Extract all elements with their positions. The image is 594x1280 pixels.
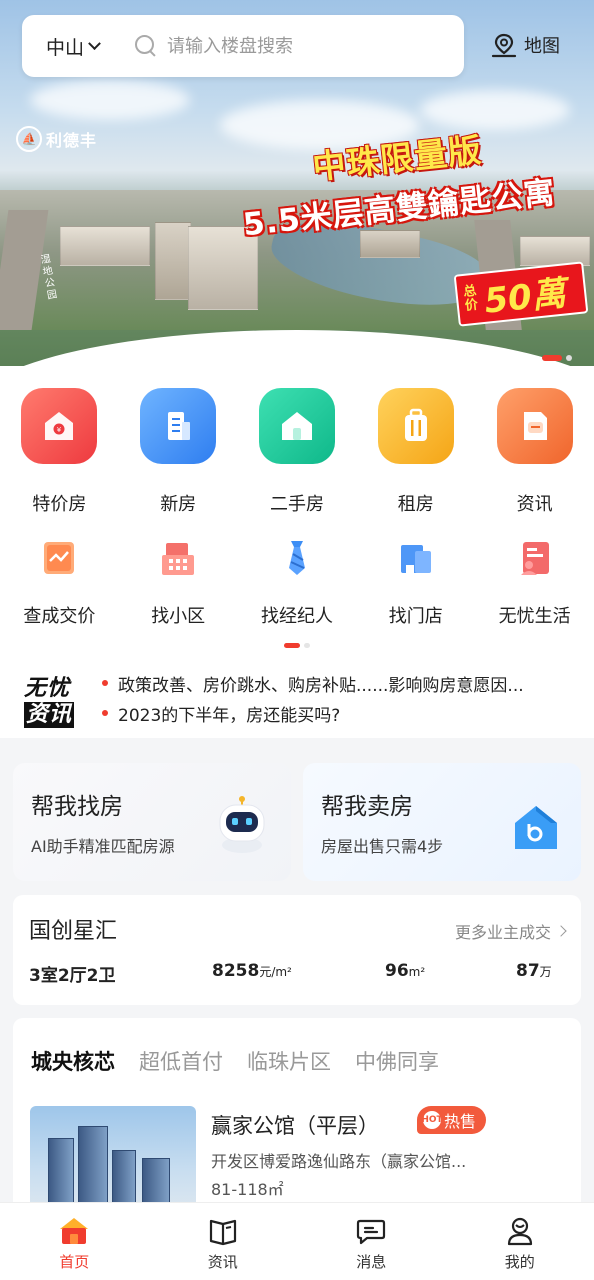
- news-logo: 无忧 资讯: [24, 676, 75, 728]
- category-community[interactable]: 找小区: [119, 536, 238, 628]
- news-book-icon: [209, 1219, 236, 1246]
- help-sell-house-card[interactable]: 帮我卖房 房屋出售只需4步: [303, 763, 581, 881]
- sell-house-icon: [515, 806, 557, 849]
- projects-card: 城央核芯 超低首付 临珠片区 中佛同享 赢家公馆（平层） HOT 热售 开发区博…: [13, 1018, 581, 1218]
- pagination-dot-active: [284, 643, 300, 648]
- news-ticker: 政策改善、房价跳水、购房补贴......影响购房意愿因... 2023的下半年，…: [102, 668, 582, 728]
- map-pin-icon: [491, 33, 517, 58]
- category-discount-house[interactable]: ¥ 特价房: [0, 388, 119, 516]
- discount-house-icon: ¥: [21, 388, 98, 464]
- tab-city-core[interactable]: 城央核芯: [31, 1046, 115, 1078]
- search-icon: [135, 35, 157, 57]
- bottom-nav: 首页 资讯 消息 我的: [0, 1202, 594, 1280]
- city-selector[interactable]: 中山: [22, 33, 101, 60]
- city-label: 中山: [46, 36, 85, 59]
- category-life-service[interactable]: 无忧生活: [475, 536, 594, 628]
- sub-category-grid: 查成交价 找小区 找经纪人 找门店 无忧生活: [0, 536, 594, 628]
- project-image[interactable]: [30, 1106, 196, 1216]
- building-shape: [360, 230, 420, 258]
- community-name: 国创星汇: [29, 919, 118, 944]
- map-label: 地图: [524, 36, 560, 57]
- search-input[interactable]: [167, 35, 408, 57]
- project-tabs: 城央核芯 超低首付 临珠片区 中佛同享: [31, 1046, 439, 1078]
- deal-layout: 3室2厅2卫: [29, 966, 116, 986]
- banner-curve: [0, 330, 594, 370]
- category-second-hand[interactable]: 二手房: [238, 388, 357, 516]
- chevron-right-icon: [555, 925, 567, 937]
- building-shape: [155, 222, 191, 300]
- news-item[interactable]: 政策改善、房价跳水、购房补贴......影响购房意愿因...: [102, 668, 582, 698]
- category-deal-price[interactable]: 查成交价: [0, 536, 119, 628]
- message-icon: [357, 1219, 386, 1245]
- suitcase-icon: [377, 388, 454, 464]
- category-pagination: [284, 643, 310, 648]
- nav-messages[interactable]: 消息: [297, 1203, 446, 1280]
- pagination-dot: [566, 355, 572, 361]
- deal-area: 96m²: [385, 961, 426, 981]
- profile-icon: [507, 1217, 532, 1246]
- bullet-icon: [102, 710, 108, 716]
- pagination-dot: [304, 643, 310, 648]
- more-deals-link[interactable]: 更多业主成交: [455, 919, 567, 943]
- store-icon: [396, 536, 436, 580]
- svg-text:¥: ¥: [57, 426, 62, 434]
- category-new-house[interactable]: 新房: [119, 388, 238, 516]
- community-icon: [158, 536, 198, 580]
- nav-news[interactable]: 资讯: [149, 1203, 298, 1280]
- deal-card[interactable]: 国创星汇 更多业主成交 3室2厅2卫 8258元/m² 96m² 87万: [13, 895, 581, 1005]
- home-icon: [258, 388, 335, 464]
- category-store[interactable]: 找门店: [356, 536, 475, 628]
- life-service-icon: [515, 536, 555, 580]
- chevron-down-icon: [88, 36, 101, 50]
- category-rent[interactable]: 租房: [356, 388, 475, 516]
- project-address: 开发区博爱路逸仙路东（赢家公馆...: [211, 1152, 467, 1171]
- category-news[interactable]: 资讯: [475, 388, 594, 516]
- agent-tie-icon: [277, 536, 317, 580]
- developer-logo: ⛵ 利德丰: [16, 126, 97, 152]
- building-icon: [140, 388, 217, 464]
- news-item[interactable]: 2023的下半年，房还能买吗?: [102, 698, 582, 728]
- cloud-shape: [420, 90, 570, 130]
- document-icon: [496, 388, 573, 464]
- banner-pagination: [542, 355, 572, 361]
- category-agent[interactable]: 找经纪人: [238, 536, 357, 628]
- nav-home[interactable]: 首页: [0, 1203, 149, 1280]
- hot-icon: HOT: [421, 1111, 443, 1129]
- building-shape: [60, 226, 150, 266]
- project-area: 81-118㎡: [211, 1180, 284, 1199]
- ai-robot-icon: [219, 796, 265, 853]
- deal-unit-price: 8258元/m²: [212, 961, 292, 981]
- boat-logo-icon: ⛵: [16, 126, 42, 152]
- deal-total-price: 87万: [516, 961, 552, 981]
- price-chart-icon: [39, 536, 79, 580]
- main-category-grid: ¥ 特价房 新房 二手房 租房 资讯: [0, 388, 594, 516]
- tab-zhongfo[interactable]: 中佛同享: [355, 1046, 439, 1076]
- cloud-shape: [30, 80, 190, 120]
- help-find-house-card[interactable]: 帮我找房 AI助手精准匹配房源: [13, 763, 291, 881]
- map-button[interactable]: 地图: [490, 32, 560, 58]
- tab-linzhu-area[interactable]: 临珠片区: [247, 1046, 331, 1076]
- tab-low-down-payment[interactable]: 超低首付: [139, 1046, 223, 1076]
- home-nav-icon: [60, 1218, 89, 1244]
- search-bar: 中山: [22, 15, 464, 77]
- pagination-dot-active: [542, 355, 562, 361]
- bullet-icon: [102, 680, 108, 686]
- hot-sale-badge: HOT 热售: [417, 1106, 487, 1134]
- project-title[interactable]: 赢家公馆（平层）: [211, 1110, 379, 1140]
- nav-profile[interactable]: 我的: [446, 1203, 594, 1280]
